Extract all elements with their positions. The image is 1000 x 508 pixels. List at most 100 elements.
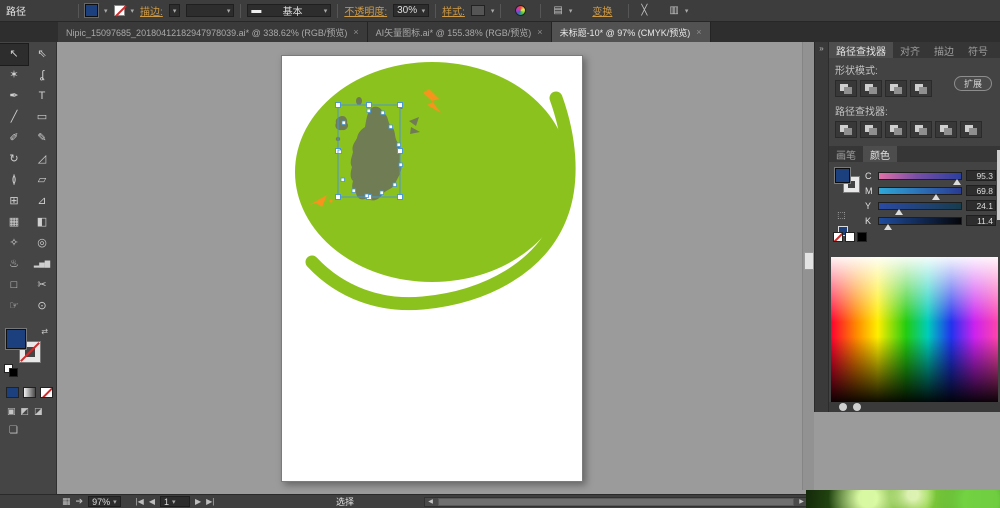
graph-tool[interactable]: ▂▅▇ xyxy=(28,254,56,275)
crop-button[interactable] xyxy=(910,121,932,138)
magenta-value[interactable]: 69.8 xyxy=(966,185,996,196)
orange-dot-shape[interactable] xyxy=(329,199,332,202)
screen-mode-icon[interactable]: ❏ xyxy=(9,425,18,436)
panel-tab[interactable]: 颜色 xyxy=(863,146,897,162)
magenta-slider[interactable] xyxy=(878,187,962,195)
free-transform-tool[interactable]: ▱ xyxy=(28,170,56,191)
magic-wand-tool[interactable]: ✶ xyxy=(0,65,28,86)
tab-close-icon[interactable]: × xyxy=(353,27,358,37)
crossed-arrows-icon[interactable]: ╳ xyxy=(641,5,647,16)
none-swatch[interactable] xyxy=(833,232,843,242)
unite-button[interactable] xyxy=(835,80,857,97)
slider-thumb[interactable] xyxy=(884,224,892,230)
pen-tool[interactable]: ✒ xyxy=(0,86,28,107)
first-artboard-button[interactable]: |◀ xyxy=(136,497,144,506)
expand-button[interactable]: 扩展 xyxy=(954,76,992,91)
document-tab[interactable]: Nipic_15097685_20180412182947978039.ai* … xyxy=(58,22,368,42)
type-tool[interactable]: T xyxy=(28,86,56,107)
stroke-color-swatch[interactable] xyxy=(114,5,125,16)
width-profile-dropdown-icon[interactable]: ▾ xyxy=(227,7,231,15)
direct-selection-tool[interactable]: ⇖ xyxy=(28,44,56,65)
divide-button[interactable] xyxy=(835,121,857,138)
opacity-link[interactable]: 不透明度: xyxy=(344,3,387,18)
slider-thumb[interactable] xyxy=(932,194,940,200)
recolor-artwork-icon[interactable] xyxy=(515,5,526,16)
paintbrush-tool[interactable]: ✐ xyxy=(0,128,28,149)
collapse-dock-icon[interactable]: » xyxy=(819,44,823,53)
none-mode-button[interactable] xyxy=(40,387,53,398)
document-tab[interactable]: 未标题-10* @ 97% (CMYK/预览) × xyxy=(552,22,711,42)
slice-tool[interactable]: ✂ xyxy=(28,275,56,296)
hand-tool[interactable]: ☞ xyxy=(0,296,28,317)
gradient-tool[interactable]: ◧ xyxy=(28,212,56,233)
tab-close-icon[interactable]: × xyxy=(537,27,542,37)
scale-tool[interactable]: ◿ xyxy=(28,149,56,170)
stroke-dropdown-icon[interactable]: ▾ xyxy=(131,7,135,15)
artboard-dropdown-icon[interactable]: ▾ xyxy=(172,498,176,506)
style-swatch[interactable] xyxy=(471,5,485,16)
minus-front-button[interactable] xyxy=(860,80,882,97)
panel-options-icon[interactable]: ▥ xyxy=(669,5,678,16)
zoom-dropdown-icon[interactable]: ▾ xyxy=(113,498,117,506)
transform-link[interactable]: 变换 xyxy=(592,3,612,18)
yellow-slider[interactable] xyxy=(878,202,962,210)
color-mode-button[interactable] xyxy=(6,387,19,398)
zoom-tool[interactable]: ⊙ xyxy=(28,296,56,317)
next-artboard-button[interactable]: ▶ xyxy=(195,497,201,506)
shape-builder-tool[interactable]: ⊞ xyxy=(0,191,28,212)
rotate-tool[interactable]: ↻ xyxy=(0,149,28,170)
intersect-button[interactable] xyxy=(885,80,907,97)
line-tool[interactable]: ╱ xyxy=(0,107,28,128)
horizontal-scrollbar[interactable]: ◀ ▶ xyxy=(424,497,808,507)
gamut-warning-cube-icon[interactable]: ⬚ xyxy=(837,210,846,221)
draw-behind-icon[interactable]: ◩ xyxy=(21,406,30,417)
cyan-slider[interactable] xyxy=(878,172,962,180)
black-slider[interactable] xyxy=(878,217,962,225)
tab-close-icon[interactable]: × xyxy=(696,27,701,37)
fill-swatch[interactable] xyxy=(6,329,26,349)
panel-tab[interactable]: 符号 xyxy=(961,42,995,58)
color-spectrum[interactable] xyxy=(831,257,998,402)
symbol-sprayer-tool[interactable]: ♨ xyxy=(0,254,28,275)
cyan-value[interactable]: 95.3 xyxy=(966,170,996,181)
lasso-tool[interactable]: ʆ xyxy=(28,65,56,86)
draw-inside-icon[interactable]: ◪ xyxy=(34,406,43,417)
width-profile-field[interactable]: ▾ xyxy=(186,4,234,17)
panel-tab[interactable]: 画笔 xyxy=(829,146,863,162)
trim-button[interactable] xyxy=(860,121,882,138)
document-tab[interactable]: AI矢量图标.ai* @ 155.38% (RGB/预览) × xyxy=(368,22,552,42)
panel-tab[interactable]: 路径查找器 xyxy=(829,42,893,58)
draw-normal-icon[interactable]: ▣ xyxy=(7,406,16,417)
stroke-weight-field[interactable]: ▾ xyxy=(169,4,181,17)
mask-dropdown-icon[interactable]: ▾ xyxy=(569,7,573,15)
white-swatch[interactable] xyxy=(845,232,855,242)
swap-fill-stroke-icon[interactable]: ⇄ xyxy=(41,327,48,336)
horizontal-scrollbar-thumb[interactable] xyxy=(438,498,794,506)
yellow-value[interactable]: 24.1 xyxy=(966,200,996,211)
grip-dot[interactable] xyxy=(839,403,847,411)
width-tool[interactable]: ≬ xyxy=(0,170,28,191)
perspective-grid-tool[interactable]: ⊿ xyxy=(28,191,56,212)
black-swatch[interactable] xyxy=(857,232,867,242)
blend-tool[interactable]: ◎ xyxy=(28,233,56,254)
panel-tab[interactable]: 描边 xyxy=(927,42,961,58)
artboard-number-field[interactable]: 1 ▾ xyxy=(160,496,190,507)
black-value[interactable]: 11.4 xyxy=(966,215,996,226)
vertical-scrollbar[interactable] xyxy=(802,42,814,490)
options-dropdown-icon[interactable]: ▾ xyxy=(685,7,689,15)
opacity-dropdown-icon[interactable]: ▾ xyxy=(422,7,426,15)
status-arrow-icon[interactable]: ➔ xyxy=(76,496,84,507)
artboard-tool[interactable]: □ xyxy=(0,275,28,296)
outline-button[interactable] xyxy=(935,121,957,138)
default-stroke-icon[interactable] xyxy=(9,368,18,377)
map-islet-shape[interactable] xyxy=(356,97,362,105)
brush-dropdown-icon[interactable]: ▾ xyxy=(324,7,328,15)
style-link[interactable]: 样式: xyxy=(442,3,465,18)
opacity-mask-icon[interactable]: ▤ xyxy=(553,5,562,16)
grip-dot[interactable] xyxy=(853,403,861,411)
rectangle-tool[interactable]: ▭ xyxy=(28,107,56,128)
mesh-tool[interactable]: ▦ xyxy=(0,212,28,233)
pencil-tool[interactable]: ✎ xyxy=(28,128,56,149)
zoom-field[interactable]: 97% ▾ xyxy=(88,496,121,507)
scroll-left-icon[interactable]: ◀ xyxy=(425,498,436,506)
